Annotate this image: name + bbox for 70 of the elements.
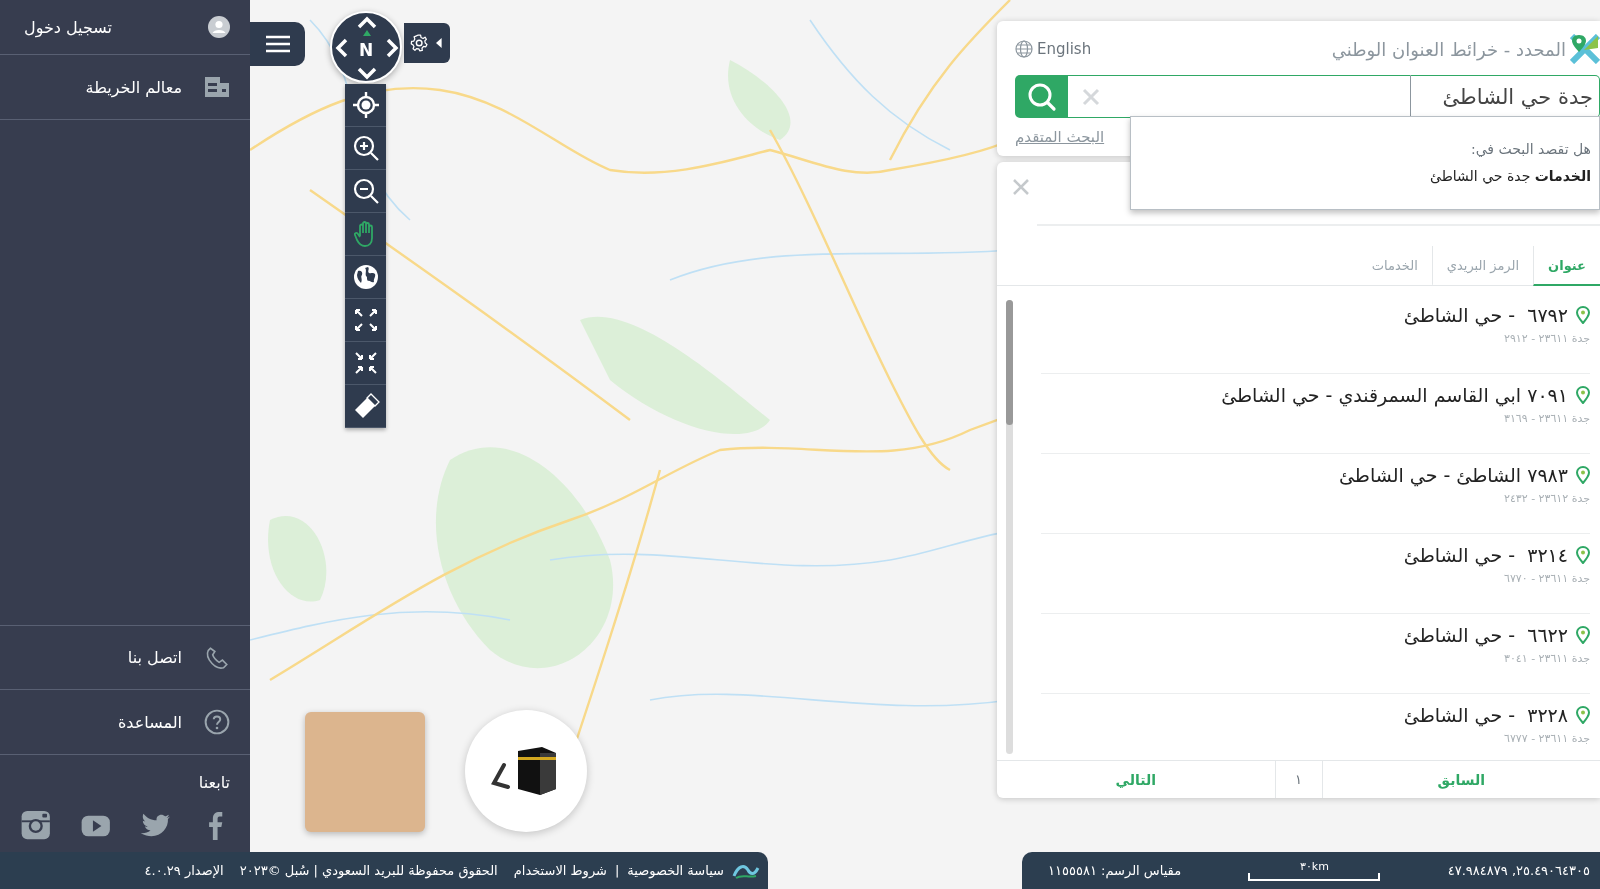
clear-button[interactable]	[1068, 75, 1410, 118]
result-item[interactable]: ٧٠٩١ ابي القاسم السمرقندي - حي الشاطئ جدة ٢٣٦١١ - ٣١٦٩	[1041, 374, 1590, 454]
map-pin-icon	[1576, 626, 1590, 644]
zoom-out-icon	[351, 177, 380, 205]
search-icon	[1026, 81, 1057, 112]
app-title: المحدد - خرائط العنوان الوطني	[1331, 38, 1566, 60]
user-avatar-icon	[208, 16, 230, 38]
search-button[interactable]	[1015, 75, 1068, 118]
crosshair-icon	[351, 91, 380, 119]
result-subtitle: جدة ٢٣٦١٢ - ٢٤٣٢	[1504, 492, 1590, 505]
result-item[interactable]: ٣٢٢٨ - حي الشاطئ جدة ٢٣٦١١ - ٦٧٧٧	[1041, 694, 1590, 760]
globe-icon	[1015, 40, 1033, 58]
coordinates-text: ٢٥.٤٩٠٦٤٣٠٥, ٤٧.٩٨٤٨٧٩	[1447, 863, 1590, 878]
suggestion-item[interactable]: الخدمات جدة حي الشاطئ	[1430, 168, 1591, 184]
phone-icon	[204, 644, 230, 671]
follow-heading: تابعنا	[198, 773, 230, 792]
footer-link[interactable]: سياسة الخصوصية	[627, 863, 724, 878]
map-pin-icon	[1576, 386, 1590, 404]
search-field[interactable]: جدة حي الشاطئ	[1410, 75, 1600, 118]
result-subtitle: جدة ٢٣٦١١ - ٣٠٤١	[1504, 652, 1590, 665]
footer-link[interactable]: شروط الاستخدام	[513, 863, 607, 878]
separator-text: |	[614, 863, 620, 878]
layers-icon	[204, 75, 230, 99]
close-icon	[1012, 178, 1030, 196]
result-title: ٣٢٢٨ - حي الشاطئ	[1403, 704, 1568, 726]
map-pin-icon	[1576, 546, 1590, 564]
result-item[interactable]: ٦٧٩٢ - حي الشاطئ جدة ٢٣٦١١ - ٢٩١٢	[1041, 294, 1590, 374]
map-pin-icon	[1576, 466, 1590, 484]
version-text: الإصدار ٤.٠.٢٩	[144, 863, 224, 878]
result-title: ٦٧٩٢ - حي الشاطئ	[1403, 304, 1568, 326]
language-link[interactable]: English	[1015, 40, 1092, 58]
scrollbar-thumb[interactable]	[1006, 300, 1013, 425]
result-subtitle: جدة ٢٣٦١١ - ٢٩١٢	[1504, 332, 1590, 345]
result-item[interactable]: ٣٢١٤ - حي الشاطئ جدة ٢٣٦١١ - ٦٧٧٠	[1041, 534, 1590, 614]
result-item[interactable]: ٧٩٨٣ الشاطئ - حي الشاطئ جدة ٢٣٦١٢ - ٢٤٣٢	[1041, 454, 1590, 534]
map-tool-button[interactable]	[345, 256, 386, 299]
sidebar-menu-item[interactable]: اتصل بنا	[0, 625, 250, 690]
map-pin-icon	[1576, 306, 1590, 324]
sidebar-menu-item[interactable]: المساعدة	[0, 690, 250, 755]
result-title: ٦٦٢٢ - حي الشاطئ	[1403, 624, 1568, 646]
menu-icon	[265, 35, 290, 53]
page-number: ١	[1274, 761, 1323, 798]
map-pin-icon	[1576, 706, 1590, 724]
suggestion-prompt: هل تقصد البحث في:	[1470, 141, 1591, 157]
copyright-text: الحقوق محفوظة للبريد السعودي | سُبل ©٢٠٢٣	[239, 863, 498, 878]
map-tool-button[interactable]	[345, 127, 386, 170]
map-tool-button[interactable]	[345, 170, 386, 213]
sidebar-menu-item[interactable]: معالم الخريطة	[0, 55, 250, 120]
globe-icon	[351, 263, 380, 291]
result-title: ٣٢١٤ - حي الشاطئ	[1403, 544, 1568, 566]
map-tool-button[interactable]	[345, 342, 386, 385]
result-title: ٧٠٩١ ابي القاسم السمرقندي - حي الشاطئ	[1221, 384, 1568, 406]
caret-icon	[436, 36, 442, 50]
scale-bar-label: ٣٠km	[1300, 860, 1329, 873]
result-item[interactable]: ٦٦٢٢ - حي الشاطئ جدة ٢٣٦١١ - ٣٠٤١	[1041, 614, 1590, 694]
settings-button[interactable]	[404, 23, 450, 63]
result-title: ٧٩٨٣ الشاطئ - حي الشاطئ	[1339, 464, 1568, 486]
scale-text: مقياس الرسم: ١١٥٥٥٨١	[1048, 863, 1182, 878]
login-button[interactable]: تسجيل دخول	[0, 0, 250, 55]
map-tool-button[interactable]	[345, 385, 386, 428]
result-subtitle: جدة ٢٣٦١١ - ٣١٦٩	[1504, 412, 1590, 425]
result-subtitle: جدة ٢٣٦١١ - ٦٧٧٧	[1504, 732, 1590, 745]
close-icon	[1082, 87, 1100, 106]
menu-button[interactable]	[250, 22, 305, 66]
zoom-in-icon	[351, 134, 380, 162]
map-tool-button[interactable]	[345, 299, 386, 342]
help-icon	[204, 709, 230, 735]
map-tool-button[interactable]	[345, 84, 386, 127]
camera-icon[interactable]	[20, 810, 52, 842]
result-subtitle: جدة ٢٣٦١١ - ٦٧٧٠	[1504, 572, 1590, 585]
